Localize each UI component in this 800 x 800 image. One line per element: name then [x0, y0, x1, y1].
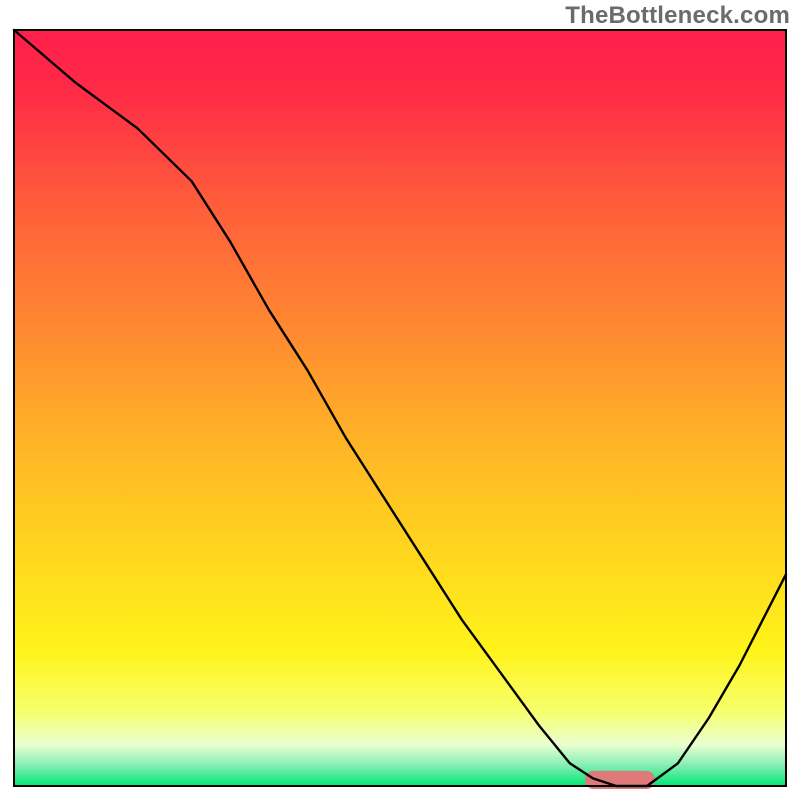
- watermark-text: TheBottleneck.com: [565, 2, 790, 30]
- bottleneck-chart: TheBottleneck.com: [0, 0, 800, 800]
- chart-svg: [0, 0, 800, 800]
- plot-background: [14, 30, 786, 786]
